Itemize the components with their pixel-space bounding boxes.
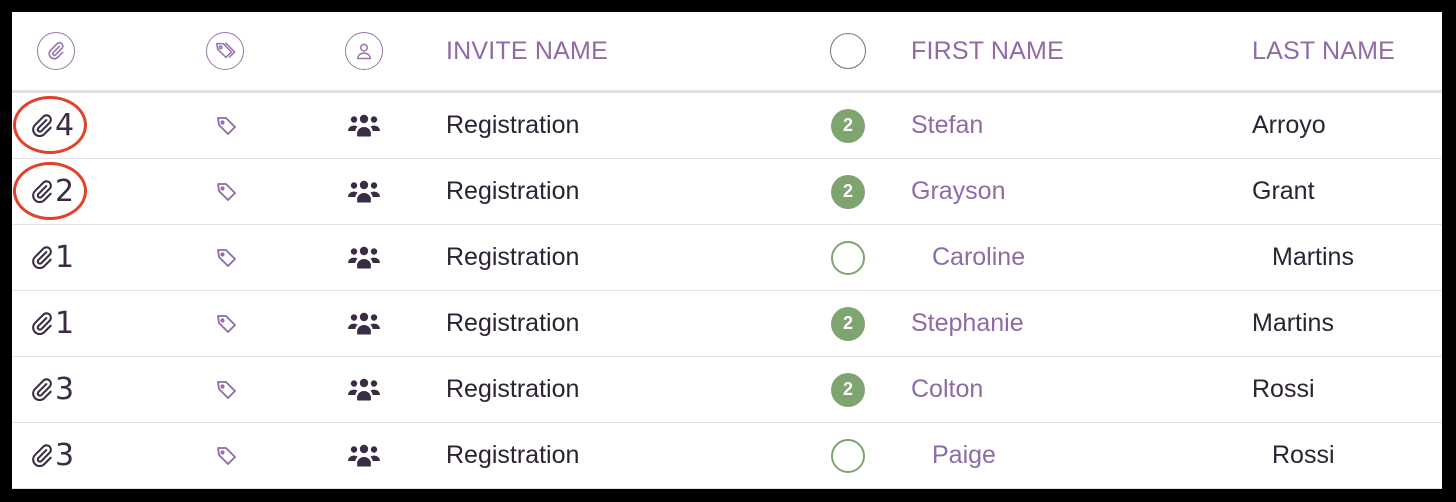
attachment-count[interactable]: 4 (29, 93, 74, 158)
table-header: INVITE NAME FIRST NAME LAST NAME (12, 12, 1442, 93)
empty-status-circle (831, 240, 865, 275)
header-first-name[interactable]: FIRST NAME (911, 12, 1064, 90)
invite-name: Registration (446, 177, 580, 205)
table-row[interactable]: 1 Registration Caroline Martins (12, 225, 1442, 291)
status-indicator[interactable]: 2 (831, 159, 865, 224)
invites-table: INVITE NAME FIRST NAME LAST NAME 4 Regist… (12, 12, 1442, 489)
status-indicator[interactable]: 2 (831, 357, 865, 422)
first-name-link[interactable]: Caroline (932, 225, 1025, 290)
tag-icon[interactable] (215, 357, 239, 422)
attachment-count-value: 3 (55, 372, 75, 407)
header-tag-column[interactable] (206, 12, 244, 90)
tag-icon[interactable] (215, 225, 239, 290)
group-icon[interactable] (346, 423, 382, 488)
group-icon[interactable] (346, 159, 382, 224)
paperclip-icon (29, 377, 55, 403)
group-icon[interactable] (346, 291, 382, 356)
header-user-column[interactable] (345, 12, 383, 90)
status-indicator[interactable]: 2 (831, 93, 865, 158)
paperclip-icon (29, 443, 55, 469)
attachment-count[interactable]: 1 (29, 225, 74, 290)
first-name-link[interactable]: Paige (932, 423, 996, 488)
tag-icon[interactable] (215, 93, 239, 158)
count-badge: 2 (831, 372, 865, 407)
count-badge: 2 (831, 108, 865, 143)
paperclip-icon (29, 245, 55, 271)
empty-status-circle (831, 438, 865, 473)
table-row[interactable]: 2 Registration 2 Grayson Grant (12, 159, 1442, 225)
attachment-count[interactable]: 2 (29, 159, 74, 224)
last-name: Rossi (1252, 375, 1315, 403)
status-indicator[interactable] (831, 423, 865, 488)
last-name: Grant (1252, 177, 1315, 205)
count-badge: 2 (831, 174, 865, 209)
group-icon[interactable] (346, 357, 382, 422)
header-attachment-column[interactable] (37, 12, 75, 90)
empty-circle-icon (830, 33, 866, 69)
user-icon (345, 32, 383, 70)
group-icon[interactable] (346, 93, 382, 158)
status-indicator[interactable] (831, 225, 865, 290)
attachment-count-value: 3 (55, 438, 75, 473)
tag-icon[interactable] (215, 159, 239, 224)
tag-icon[interactable] (215, 423, 239, 488)
paperclip-icon (29, 311, 55, 337)
table-row[interactable]: 3 Registration Paige Rossi (12, 423, 1442, 489)
header-status-column[interactable] (830, 12, 866, 90)
attachment-count-value: 4 (55, 108, 75, 143)
header-invite-name[interactable]: INVITE NAME (446, 12, 608, 90)
first-name-link[interactable]: Colton (911, 357, 983, 422)
tag-icon[interactable] (215, 291, 239, 356)
first-name-link[interactable]: Stefan (911, 93, 983, 158)
first-name-link[interactable]: Grayson (911, 159, 1005, 224)
last-name: Arroyo (1252, 111, 1326, 139)
first-name-link[interactable]: Stephanie (911, 291, 1024, 356)
invite-name: Registration (446, 111, 580, 139)
paperclip-icon (29, 179, 55, 205)
header-last-name[interactable]: LAST NAME (1252, 12, 1395, 90)
attachment-count-value: 1 (55, 240, 75, 275)
attachment-count[interactable]: 1 (29, 291, 74, 356)
invite-name: Registration (446, 243, 580, 271)
last-name: Rossi (1272, 441, 1335, 469)
table-row[interactable]: 3 Registration 2 Colton Rossi (12, 357, 1442, 423)
paperclip-icon (37, 32, 75, 70)
invite-name: Registration (446, 441, 580, 469)
attachment-count[interactable]: 3 (29, 423, 74, 488)
attachment-count-value: 2 (55, 174, 75, 209)
attachment-count-value: 1 (55, 306, 75, 341)
tag-icon (206, 32, 244, 70)
group-icon[interactable] (346, 225, 382, 290)
invite-name: Registration (446, 375, 580, 403)
table-row[interactable]: 1 Registration 2 Stephanie Martins (12, 291, 1442, 357)
invite-name: Registration (446, 309, 580, 337)
table-row[interactable]: 4 Registration 2 Stefan Arroyo (12, 93, 1442, 159)
paperclip-icon (29, 113, 55, 139)
status-indicator[interactable]: 2 (831, 291, 865, 356)
attachment-count[interactable]: 3 (29, 357, 74, 422)
last-name: Martins (1252, 309, 1334, 337)
count-badge: 2 (831, 306, 865, 341)
last-name: Martins (1272, 243, 1354, 271)
